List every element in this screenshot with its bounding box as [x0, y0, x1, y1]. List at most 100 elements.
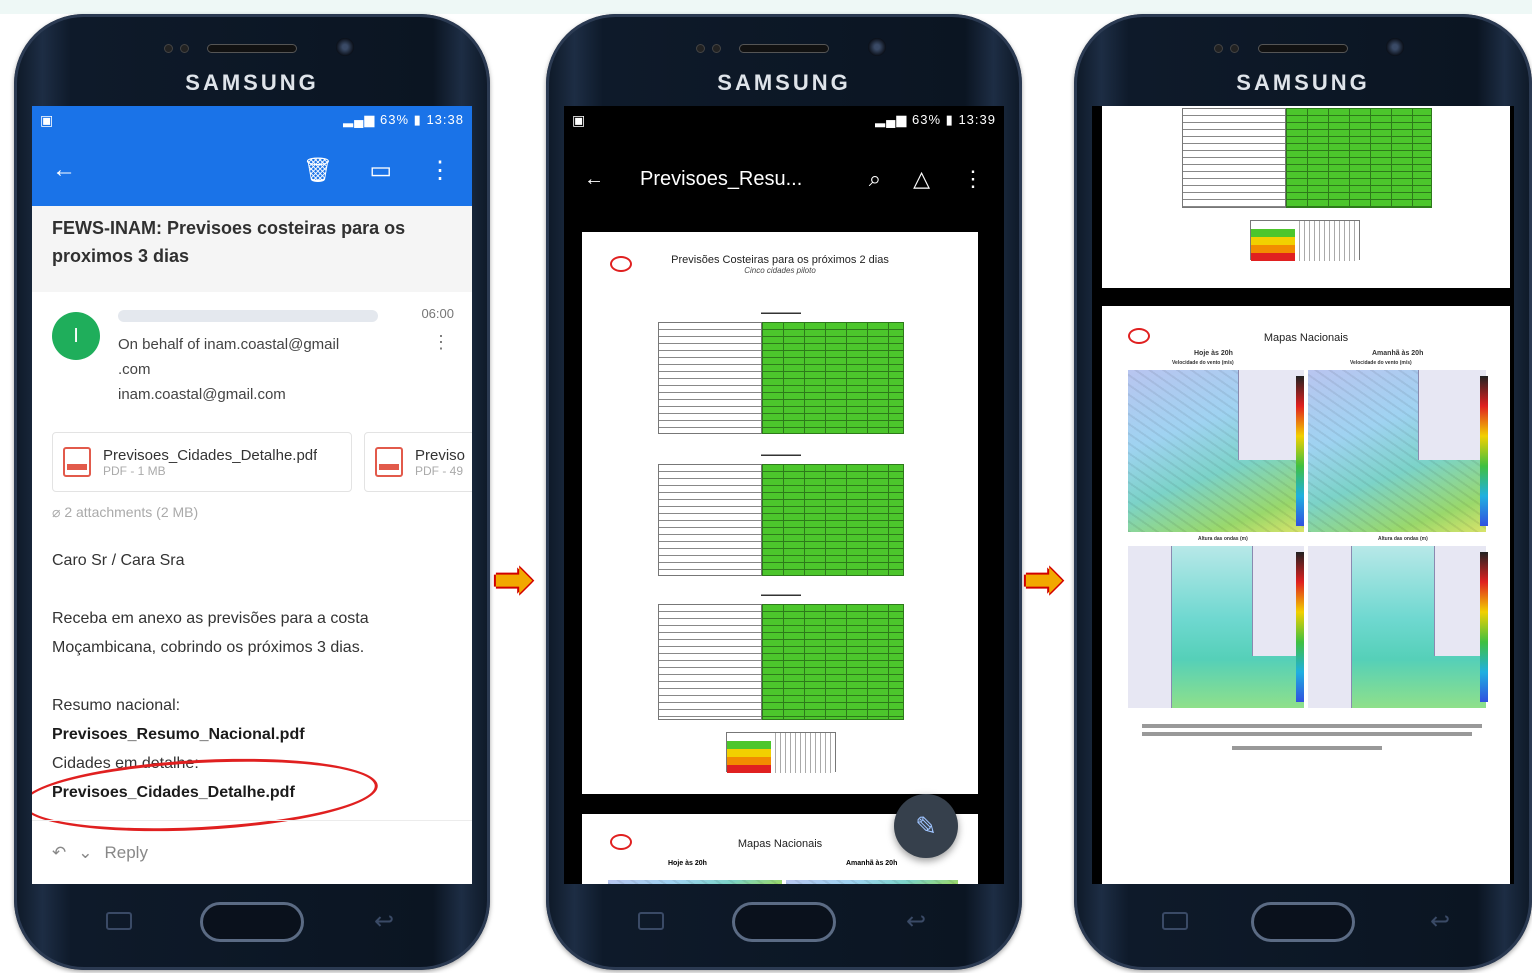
behalf-line: On behalf of inam.coastal@gmail [118, 336, 340, 353]
home-button[interactable] [1251, 902, 1355, 942]
attachment-count-text: 2 attachments (2 MB) [64, 504, 199, 520]
pdf-file-icon [375, 447, 403, 477]
clock: 13:39 [958, 112, 996, 127]
doc-subtitle: Cinco cidades piloto [744, 266, 816, 275]
front-camera [1386, 38, 1404, 56]
email-body: Caro Sr / Cara Sra Receba em anexo as pr… [32, 538, 472, 840]
doc-title: Previsões Costeiras para os próximos 2 d… [671, 254, 889, 266]
resumo-file-link[interactable]: Previsoes_Resumo_Nacional.pdf [52, 720, 452, 749]
pdf-page-maps: Mapas Nacionais Hoje às 20h Amanhã às 20… [1102, 306, 1510, 884]
message-options-icon[interactable]: ⋮ [432, 332, 450, 353]
wind-map-tomorrow [1308, 370, 1486, 532]
wind-colorbar [1296, 376, 1304, 526]
recent-apps-key[interactable] [638, 912, 664, 930]
pdf-file-icon [63, 447, 91, 477]
landmass [1128, 546, 1172, 708]
search-document-icon[interactable]: ⌕ [869, 166, 881, 192]
email-screen: ▣ ▂▄▆ 63% ▮ 13:38 ← 🗑 ▭ ⋮ FEWS-INAM: Pre… [32, 106, 472, 884]
attachment-card[interactable]: Previso PDF - 49 [364, 432, 472, 492]
back-key-icon[interactable]: ↩ [1430, 907, 1450, 936]
maps-screen: Mapas Nacionais Hoje às 20h Amanhã às 20… [1092, 106, 1514, 884]
status-bar: ▣ ▂▄▆ 63% ▮ 13:38 [32, 106, 472, 134]
forecast-table-sea-level [1182, 108, 1432, 208]
archive-icon[interactable]: ▭ [369, 156, 392, 185]
brand-logo: SAMSUNG [185, 70, 319, 95]
viewer-toolbar: ← Previsoes_Resu... ⌕ △ ⋮ [564, 134, 1004, 224]
map-right-title: Amanhã às 20h [1372, 350, 1424, 357]
sender-email: inam.coastal@gmail.com [118, 386, 286, 403]
attachment-card[interactable]: Previsoes_Cidades_Detalhe.pdf PDF - 1 MB [52, 432, 352, 492]
front-camera [336, 38, 354, 56]
flow-arrow-icon: ➡ [494, 553, 533, 605]
forecast-table-wind: ▬▬▬▬▬▬▬▬ [658, 452, 904, 576]
clock: 13:38 [426, 112, 464, 127]
more-options-icon[interactable]: ⋮ [962, 166, 984, 192]
battery-level: 63% [380, 112, 410, 127]
phone-email: SAMSUNG ▣ ▂▄▆ 63% ▮ 13:38 ← 🗑 ▭ ⋮ FEWS-I… [14, 14, 490, 970]
resumo-label: Resumo nacional: [52, 697, 181, 714]
sensor [712, 44, 721, 53]
wave-map-today [1128, 546, 1304, 708]
attachment-name: Previso [415, 446, 466, 464]
wind-caption: Velocidade do vento (m/s) [1350, 360, 1412, 366]
front-camera [868, 38, 886, 56]
sensor [1230, 44, 1239, 53]
home-button[interactable] [732, 902, 836, 942]
landmass [1308, 546, 1352, 708]
status-icons: ▂▄▆ 63% ▮ 13:39 [875, 112, 996, 128]
risk-legend [1250, 220, 1360, 261]
wave-map-tomorrow [1308, 546, 1486, 708]
more-options-icon[interactable]: ⋮ [428, 156, 452, 185]
avatar[interactable]: I [52, 312, 100, 360]
message-line: Receba em anexo as previsões para a cost… [52, 610, 369, 627]
battery-icon: ▮ [413, 112, 422, 127]
wave-caption: Altura das ondas (m) [1198, 536, 1248, 542]
forecast-table-sea-level: ▬▬▬▬▬▬▬▬ [658, 592, 904, 720]
wind-colorbar [1480, 376, 1488, 526]
sensor [696, 44, 705, 53]
earpiece [1258, 44, 1348, 53]
gallery-icon: ▣ [40, 111, 54, 128]
forecast-table-waves: ▬▬▬▬▬▬▬▬ [658, 310, 904, 434]
brand-logo: SAMSUNG [717, 70, 851, 95]
home-button[interactable] [200, 902, 304, 942]
attachment-count: ⌀ 2 attachments (2 MB) [32, 492, 472, 538]
delete-icon[interactable]: 🗑 [303, 156, 333, 185]
table-locations-column [658, 322, 762, 434]
attachment-name: Previsoes_Cidades_Detalhe.pdf [103, 446, 318, 464]
reply-icon[interactable]: ↶ [52, 843, 66, 863]
back-arrow-icon[interactable]: ← [584, 168, 604, 191]
back-key-icon[interactable]: ↩ [906, 907, 926, 936]
map-right-title: Amanhã às 20h [846, 860, 898, 867]
wind-map-today [1128, 370, 1304, 532]
table-values [762, 604, 904, 720]
status-icons: ▂▄▆ 63% ▮ 13:38 [343, 112, 464, 128]
recent-apps-key[interactable] [106, 912, 132, 930]
pdf-screen: ▣ ▂▄▆ 63% ▮ 13:39 ← Previsoes_Resu... ⌕ … [564, 106, 1004, 884]
phone-maps: SAMSUNG Mapas Nacionais Hoje às 20h Aman… [1074, 14, 1532, 970]
back-key-icon[interactable]: ↩ [374, 907, 394, 936]
footnote-line [1142, 724, 1482, 728]
table-locations-column [1182, 108, 1286, 208]
inam-logo [610, 256, 632, 272]
flow-arrow-icon: ➡ [1024, 553, 1063, 605]
risk-legend [726, 732, 836, 773]
reply-button[interactable]: Reply [105, 843, 148, 863]
behalf-line-cont: .com [118, 361, 151, 378]
recent-apps-key[interactable] [1162, 912, 1188, 930]
back-arrow-icon[interactable]: ← [52, 156, 76, 184]
table-locations-column [658, 464, 762, 576]
earpiece [739, 44, 829, 53]
drive-add-icon[interactable]: △ [913, 166, 930, 192]
email-time: 06:00 [421, 306, 454, 321]
email-toolbar: ← 🗑 ▭ ⋮ [32, 134, 472, 206]
signal-icon: ▂▄▆ [875, 112, 908, 127]
inam-logo [610, 834, 632, 850]
attachments-row: Previsoes_Cidades_Detalhe.pdf PDF - 1 MB… [32, 432, 472, 492]
chevron-down-icon[interactable]: ⌄ [78, 843, 92, 863]
table-values [762, 464, 904, 576]
sensor [180, 44, 189, 53]
inam-logo [1128, 328, 1150, 344]
landmass [1418, 370, 1486, 460]
edit-pencil-icon[interactable]: ✎ [894, 794, 958, 858]
